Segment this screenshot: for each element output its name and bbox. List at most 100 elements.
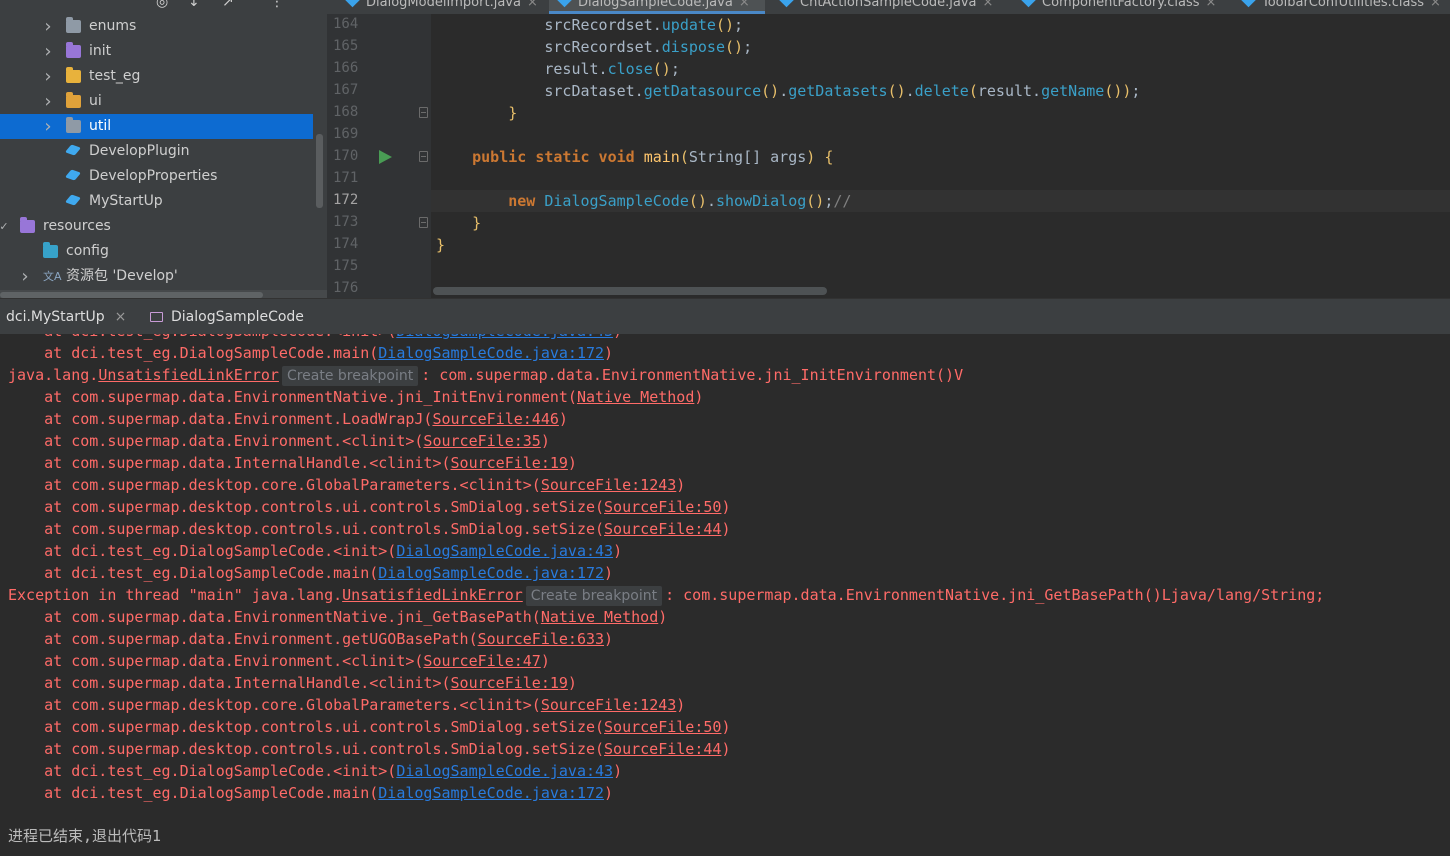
code-token: ()	[887, 82, 906, 100]
source-reference[interactable]: SourceFile:50	[604, 498, 721, 516]
gutter-line[interactable]: 165	[327, 36, 431, 58]
tree-item[interactable]: › enums	[0, 14, 327, 39]
chevron-down-icon[interactable]: ✓	[0, 214, 10, 239]
editor-horizontal-scrollbar[interactable]	[433, 287, 827, 295]
close-icon[interactable]: ×	[115, 309, 127, 325]
gutter-line[interactable]: 172	[327, 190, 431, 212]
code-line[interactable]: srcRecordset.dispose();	[431, 36, 1450, 58]
code-line[interactable]: }	[431, 212, 1450, 234]
source-reference[interactable]: SourceFile:47	[423, 652, 540, 670]
code-line[interactable]: public static void main(String[] args) {	[431, 146, 1450, 168]
file-tab[interactable]: ToolbarConfUtilities.class ×	[1233, 0, 1447, 14]
chevron-right-icon[interactable]: ›	[19, 264, 31, 289]
fold-icon[interactable]	[419, 107, 428, 118]
source-reference[interactable]: SourceFile:50	[604, 718, 721, 736]
code-line[interactable]: }	[431, 234, 1450, 256]
run-console[interactable]: at dci.test_eg.DialogSampleCode.<init>(D…	[0, 334, 1450, 856]
code-line[interactable]	[431, 124, 1450, 146]
close-icon[interactable]: ×	[527, 0, 538, 10]
code-token: )	[806, 148, 816, 166]
project-vertical-scrollbar[interactable]	[316, 134, 323, 208]
source-reference[interactable]: SourceFile:1243	[541, 696, 676, 714]
close-icon[interactable]: ×	[739, 0, 750, 10]
file-tab[interactable]: DialogModelImport.java ×	[337, 0, 547, 14]
gutter-line[interactable]: 166	[327, 58, 431, 80]
code-token: srcRecordset.	[436, 38, 662, 56]
chevron-right-icon[interactable]: ›	[42, 14, 54, 39]
chevron-right-icon[interactable]: ›	[42, 64, 54, 89]
tree-item[interactable]: DevelopProperties	[0, 164, 327, 189]
source-reference[interactable]: SourceFile:19	[451, 674, 568, 692]
gutter-line[interactable]: 175	[327, 256, 431, 278]
gutter-line[interactable]: 170	[327, 146, 431, 168]
fold-icon[interactable]	[419, 217, 428, 228]
chevron-right-icon[interactable]: ›	[42, 89, 54, 114]
expand-all-icon[interactable]: ↕	[188, 0, 200, 10]
gutter-line[interactable]: 176	[327, 278, 431, 298]
gutter-line[interactable]: 168	[327, 102, 431, 124]
tree-item[interactable]: › init	[0, 39, 327, 64]
source-link[interactable]: DialogSampleCode.java:172	[378, 564, 604, 582]
source-reference[interactable]: SourceFile:633	[478, 630, 604, 648]
source-link[interactable]: DialogSampleCode.java:43	[396, 542, 613, 560]
code-editor[interactable]: 164 165 166 167 168 169 170 171 172 173 174 175 176 …	[327, 14, 1450, 298]
code-line[interactable]: }	[431, 102, 1450, 124]
tree-item[interactable]: config	[0, 239, 327, 264]
gutter-line[interactable]: 173	[327, 212, 431, 234]
tree-item[interactable]: ✓ resources	[0, 214, 327, 239]
create-breakpoint-button[interactable]: Create breakpoint	[281, 366, 419, 386]
code-line[interactable]: srcDataset.getDatasource().getDatasets()…	[431, 80, 1450, 102]
tree-item[interactable]: › util	[0, 114, 313, 139]
source-reference[interactable]: SourceFile:19	[451, 454, 568, 472]
source-reference[interactable]: SourceFile:35	[423, 432, 540, 450]
file-tab[interactable]: DialogSampleCode.java ×	[549, 0, 765, 14]
code-line[interactable]: srcRecordset.update();	[431, 14, 1450, 36]
source-reference[interactable]: SourceFile:1243	[541, 476, 676, 494]
run-tab-mystartup[interactable]: dci.MyStartUp ×	[0, 299, 144, 335]
gutter-line[interactable]: 167	[327, 80, 431, 102]
collapse-all-icon[interactable]: ↗	[222, 0, 234, 10]
fold-icon[interactable]	[419, 151, 428, 162]
tree-item[interactable]: › ui	[0, 89, 327, 114]
source-reference[interactable]: SourceFile:44	[604, 520, 721, 538]
source-reference[interactable]: SourceFile:446	[432, 410, 558, 428]
source-link[interactable]: DialogSampleCode.java:172	[378, 784, 604, 802]
tree-item[interactable]: › 文A 资源包 'Develop'	[0, 264, 327, 289]
source-link[interactable]: DialogSampleCode.java:43	[396, 334, 613, 340]
run-tab-label: DialogSampleCode	[171, 309, 304, 325]
file-tab[interactable]: ComponentFactory.class ×	[1013, 0, 1227, 14]
close-icon[interactable]: ×	[1206, 0, 1217, 10]
source-link[interactable]: DialogSampleCode.java:43	[396, 762, 613, 780]
run-tab-dialogsamplecode[interactable]: DialogSampleCode	[144, 299, 314, 335]
tree-item[interactable]: DevelopPlugin	[0, 139, 327, 164]
console-text: )	[604, 564, 614, 582]
close-icon[interactable]: ×	[983, 0, 994, 10]
code-line[interactable]	[431, 256, 1450, 278]
tree-item[interactable]: › test_eg	[0, 64, 327, 89]
source-reference[interactable]: UnsatisfiedLinkError	[342, 586, 523, 604]
source-reference[interactable]: Native Method	[541, 608, 658, 626]
editor-tab-strip: DialogModelImport.java × DialogSampleCode.…	[327, 0, 1450, 14]
tree-item[interactable]: MyStartUp	[0, 189, 327, 214]
file-tab[interactable]: ChtActionSampleCode.java ×	[771, 0, 1007, 14]
options-icon[interactable]: ⋮	[270, 0, 284, 10]
code-line[interactable]: result.close();	[431, 58, 1450, 80]
source-reference[interactable]: Native Method	[577, 388, 694, 406]
gutter-line[interactable]: 171	[327, 168, 431, 190]
console-text: at com.supermap.data.EnvironmentNative.j…	[8, 388, 577, 406]
locate-icon[interactable]: ◎	[156, 0, 168, 10]
chevron-right-icon[interactable]: ›	[42, 39, 54, 64]
create-breakpoint-button[interactable]: Create breakpoint	[525, 586, 663, 606]
gutter-line[interactable]: 174	[327, 234, 431, 256]
gutter-line[interactable]: 164	[327, 14, 431, 36]
source-reference[interactable]: SourceFile:44	[604, 740, 721, 758]
code-line[interactable]: new DialogSampleCode().showDialog();//	[431, 190, 1450, 212]
source-link[interactable]: DialogSampleCode.java:172	[378, 344, 604, 362]
chevron-right-icon[interactable]: ›	[42, 114, 54, 139]
code-token: ;	[734, 16, 744, 34]
close-icon[interactable]: ×	[1430, 0, 1441, 10]
gutter-line[interactable]: 169	[327, 124, 431, 146]
code-line[interactable]	[431, 168, 1450, 190]
source-reference[interactable]: UnsatisfiedLinkError	[98, 366, 279, 384]
run-icon[interactable]	[379, 150, 392, 164]
